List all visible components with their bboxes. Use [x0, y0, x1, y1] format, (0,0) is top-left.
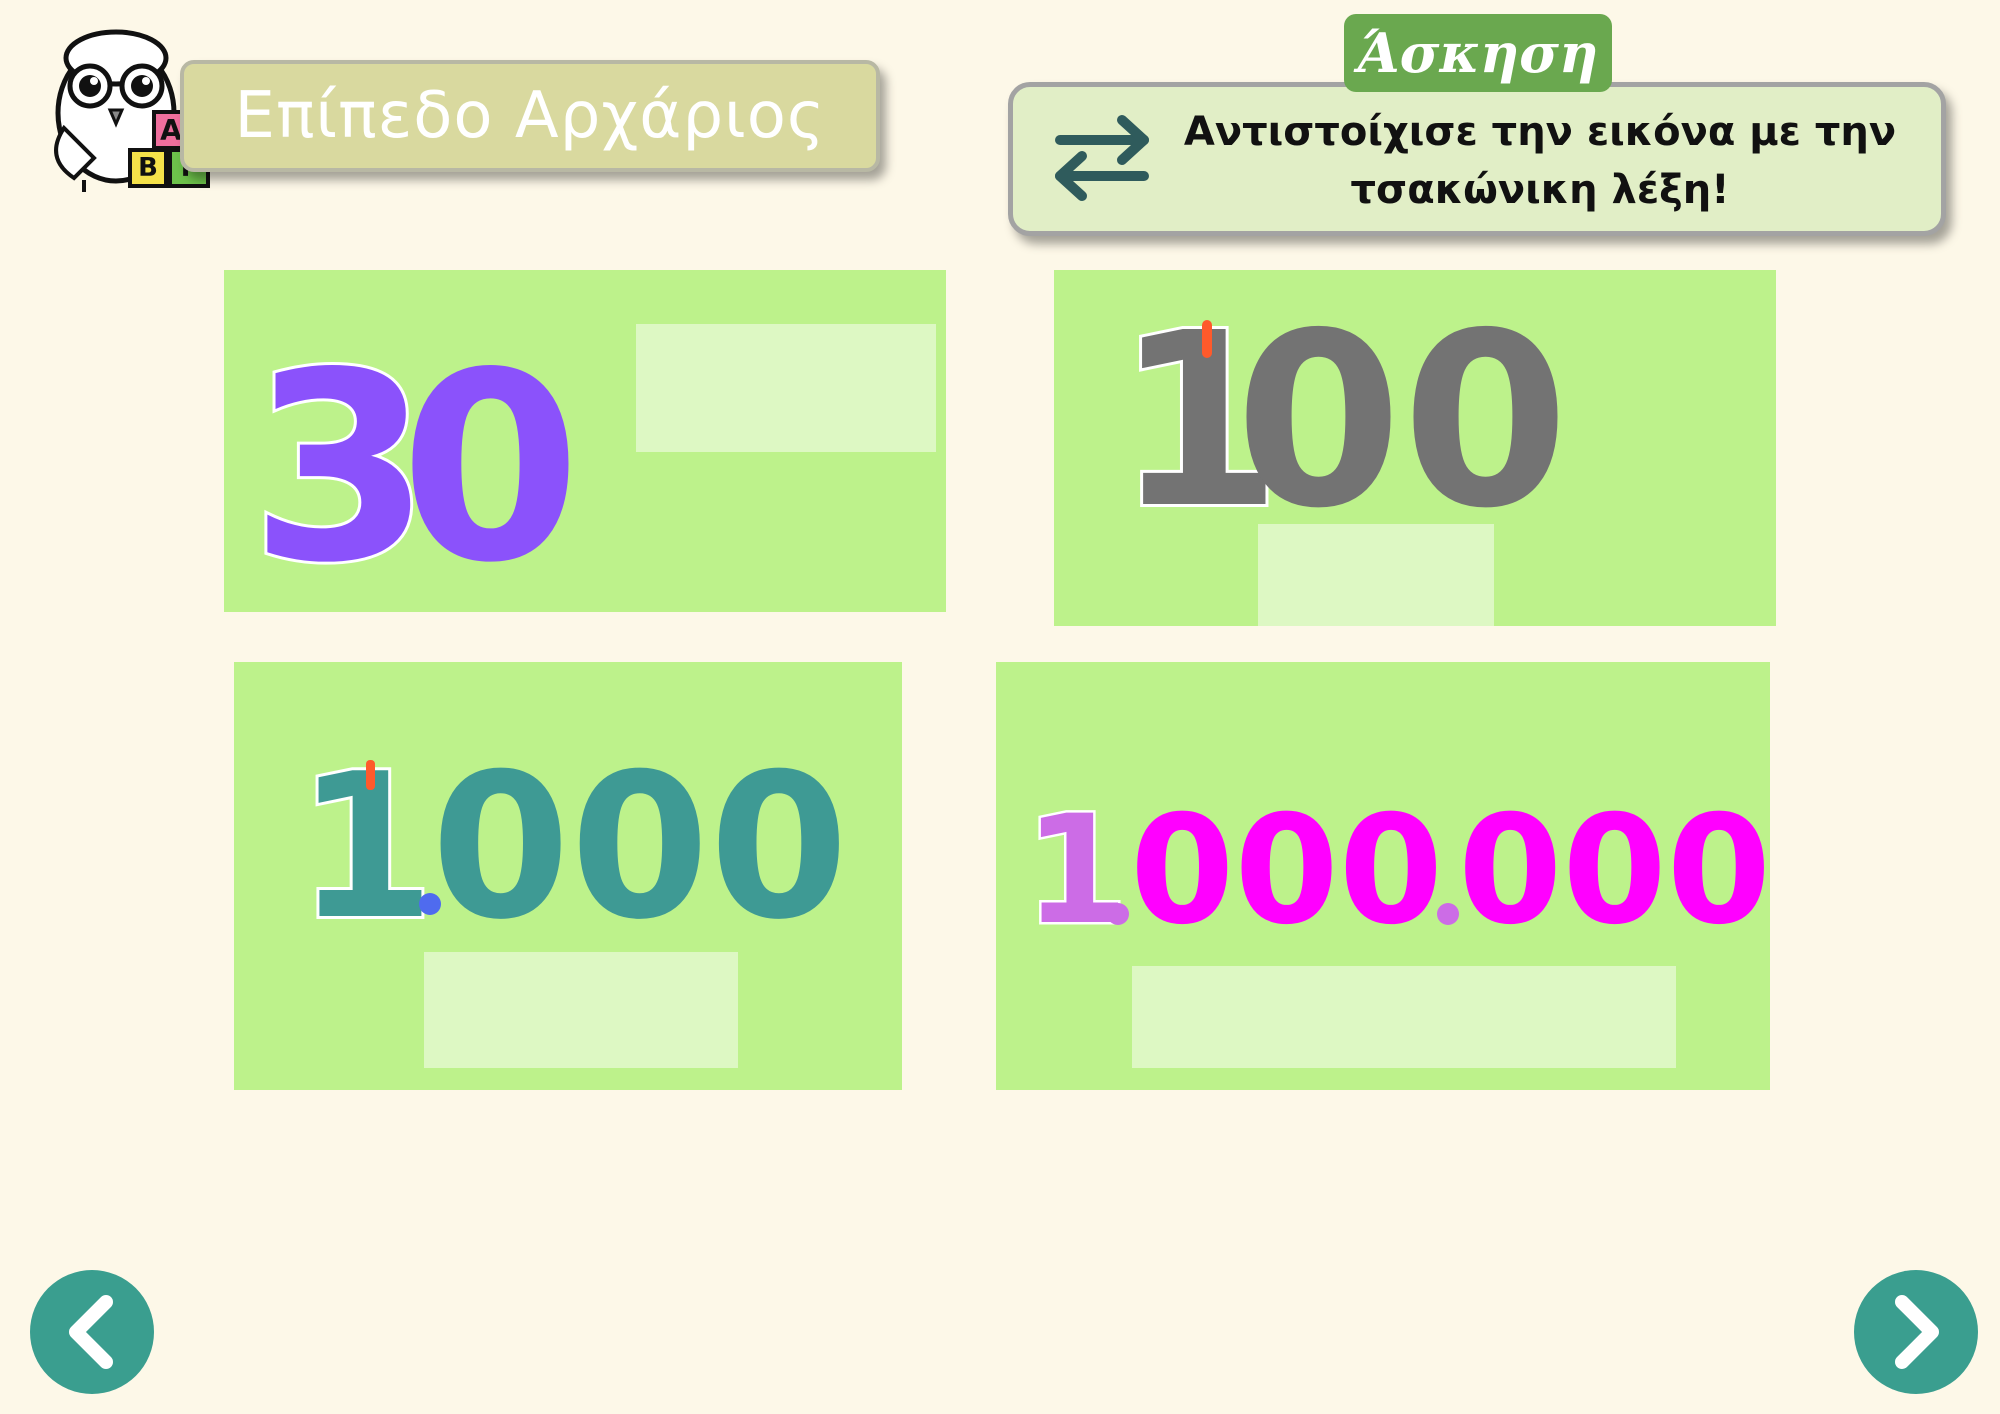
digits-zeros: 000 [431, 740, 848, 930]
number-thousand-image: 1 000 [296, 740, 886, 930]
number-hundred-image: 1 00 [1110, 290, 1590, 520]
digits-zeros: 00 [1235, 290, 1569, 520]
digit-zero: 0 [400, 318, 581, 570]
exercise-tag: Άσκηση [1344, 14, 1612, 92]
instruction-line-1: Αντιστοίχισε την εικόνα με την [1183, 109, 1897, 155]
drop-zone-2[interactable] [1258, 524, 1494, 626]
number-million-image: 1 000 000 [1018, 784, 1778, 944]
separator-dot-2 [1437, 903, 1459, 925]
drop-zone-3[interactable] [424, 952, 738, 1068]
accent-mark [1202, 320, 1212, 358]
digit-one: 1 [296, 740, 435, 930]
block-beta: Β [128, 148, 168, 188]
digits-zeros-1: 000 [1130, 784, 1443, 944]
level-banner: Επίπεδο Αρχάριος [180, 60, 880, 172]
exercise-instruction: Αντιστοίχισε την εικόνα με την τσακώνικη… [1170, 96, 1910, 226]
digits-zeros-2: 000 [1458, 784, 1771, 944]
instruction-line-2: τσακώνικη λέξη! [1350, 167, 1730, 213]
previous-button[interactable] [30, 1270, 154, 1394]
drop-zone-1[interactable] [636, 324, 936, 452]
accent-mark [366, 760, 375, 790]
swap-arrows-icon [1048, 112, 1156, 202]
chevron-left-icon [69, 1295, 113, 1369]
number-thirty-image: 3 0 [240, 310, 630, 570]
level-label: Επίπεδο Αρχάριος [234, 79, 826, 153]
drop-zone-4[interactable] [1132, 966, 1676, 1068]
next-button[interactable] [1854, 1270, 1978, 1394]
exercise-tag-label: Άσκηση [1357, 21, 1599, 85]
separator-dot-1 [1107, 903, 1129, 925]
chevron-right-icon [1895, 1295, 1939, 1369]
